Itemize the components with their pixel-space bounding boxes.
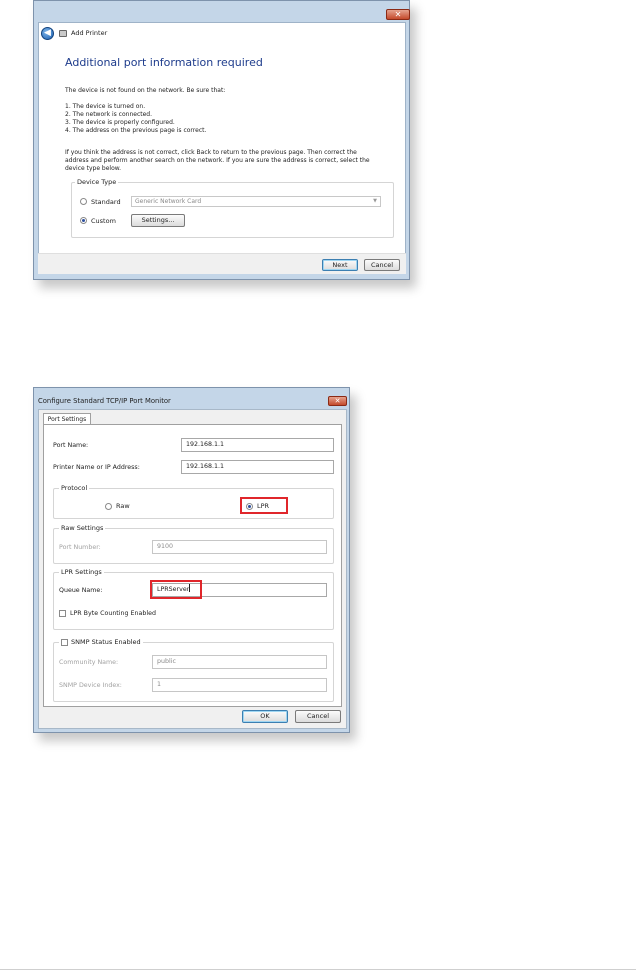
cancel-button[interactable]: Cancel: [295, 710, 341, 723]
settings-button[interactable]: Settings...: [131, 214, 185, 227]
page-divider: [0, 969, 636, 970]
add-printer-window: ✕ ◀ Add Printer Additional port informat…: [33, 0, 410, 280]
standard-label: Standard: [91, 198, 121, 206]
port-number-field[interactable]: 9100: [152, 540, 327, 554]
community-name-label: Community Name:: [59, 659, 119, 666]
device-type-select[interactable]: Generic Network Card ▼: [131, 196, 381, 207]
community-name-field[interactable]: public: [152, 655, 327, 669]
advice-text: If you think the address is not correct,…: [65, 149, 357, 156]
lpr-byte-counting-checkbox[interactable]: [59, 610, 66, 617]
lpr-highlight-box: [240, 497, 288, 514]
next-button[interactable]: Next: [322, 259, 358, 271]
printer-name-label: Printer Name or IP Address:: [53, 464, 140, 471]
protocol-group: Protocol: [53, 484, 334, 519]
snmp-label: SNMP Status Enabled: [71, 638, 141, 646]
standard-radio[interactable]: [80, 198, 87, 205]
advice-text: device type below.: [65, 165, 122, 172]
device-type-value: Generic Network Card: [135, 198, 202, 205]
port-number-label: Port Number:: [59, 544, 101, 551]
printer-icon: [59, 30, 67, 37]
ok-button[interactable]: OK: [242, 710, 288, 723]
window-title: Add Printer: [71, 29, 108, 37]
checklist-item: 4. The address on the previous page is c…: [65, 127, 207, 134]
custom-label: Custom: [91, 217, 116, 225]
port-name-label: Port Name:: [53, 442, 89, 449]
checklist-item: 1. The device is turned on.: [65, 103, 146, 110]
intro-text: The device is not found on the network. …: [65, 87, 226, 94]
snmp-checkbox[interactable]: [61, 638, 68, 646]
snmp-index-label: SNMP Device Index:: [59, 682, 122, 689]
add-printer-content: ◀ Add Printer Additional port informatio…: [38, 22, 406, 274]
snmp-index-field[interactable]: 1: [152, 678, 327, 692]
port-name-field[interactable]: 192.168.1.1: [181, 438, 334, 452]
checklist-item: 3. The device is properly configured.: [65, 119, 175, 126]
snmp-group: SNMP Status Enabled: [53, 638, 334, 702]
protocol-legend: Protocol: [59, 484, 90, 492]
port-monitor-content: Port Settings Port Name: 192.168.1.1 Pri…: [38, 409, 347, 729]
printer-address-field[interactable]: 192.168.1.1: [181, 460, 334, 474]
custom-radio[interactable]: [80, 217, 87, 224]
window-title: Configure Standard TCP/IP Port Monitor: [38, 397, 171, 405]
chevron-down-icon: ▼: [373, 198, 377, 204]
close-button[interactable]: ✕: [328, 396, 347, 406]
queue-name-label: Queue Name:: [59, 587, 103, 594]
queue-name-highlight-box: [150, 580, 202, 599]
dialog-footer: Next Cancel: [38, 253, 406, 274]
device-type-group: Device Type: [71, 178, 394, 238]
page-heading: Additional port information required: [65, 56, 263, 69]
checklist-item: 2. The network is connected.: [65, 111, 152, 118]
snmp-legend: SNMP Status Enabled: [59, 638, 143, 646]
lpr-byte-counting-label: LPR Byte Counting Enabled: [70, 610, 156, 617]
port-monitor-window: Configure Standard TCP/IP Port Monitor ✕…: [33, 387, 350, 733]
device-type-legend: Device Type: [75, 178, 119, 186]
lpr-settings-legend: LPR Settings: [59, 568, 104, 576]
port-settings-panel: Port Name: 192.168.1.1 Printer Name or I…: [43, 424, 342, 707]
back-arrow-icon[interactable]: ◀: [41, 27, 54, 40]
advice-text: address and perform another search on th…: [65, 157, 370, 164]
cancel-button[interactable]: Cancel: [364, 259, 400, 271]
raw-settings-legend: Raw Settings: [59, 524, 106, 532]
raw-label: Raw: [116, 502, 130, 510]
raw-radio[interactable]: [105, 503, 112, 510]
close-button[interactable]: ✕: [386, 9, 410, 20]
